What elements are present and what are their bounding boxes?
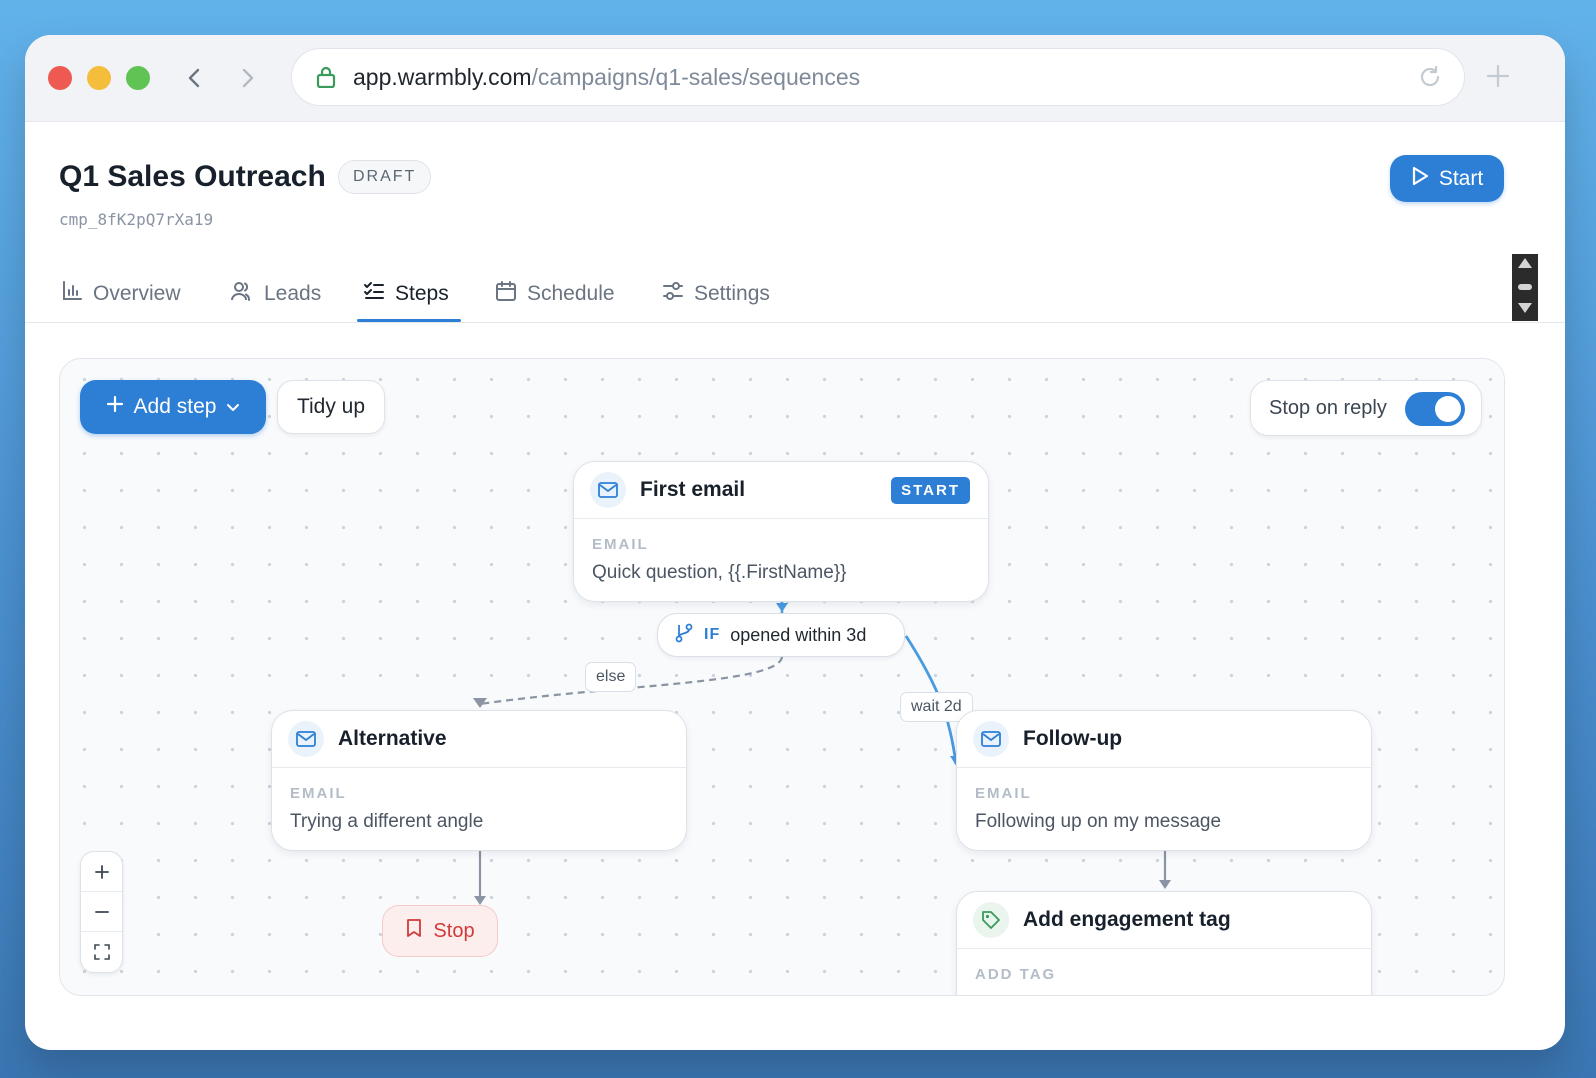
browser-chrome: app.warmbly.com/campaigns/q1-sales/seque… — [25, 35, 1565, 122]
step-alternative[interactable]: Alternative EMAIL Trying a different ang… — [271, 710, 687, 851]
lock-icon — [316, 65, 338, 89]
browser-window: app.warmbly.com/campaigns/q1-sales/seque… — [25, 35, 1565, 1050]
stop-on-reply-control: Stop on reply — [1250, 380, 1482, 436]
node-header: Add engagement tag — [957, 892, 1371, 949]
active-tab-indicator — [357, 319, 461, 322]
tab-steps[interactable]: Steps — [363, 265, 449, 323]
node-kind: EMAIL — [290, 785, 347, 802]
add-step-label: Add step — [133, 395, 217, 418]
node-kind: EMAIL — [975, 785, 1032, 802]
users-icon — [230, 280, 254, 308]
condition-text: opened within 3d — [730, 624, 867, 645]
fit-view-button[interactable] — [81, 932, 122, 972]
node-header: Alternative — [272, 711, 686, 768]
node-header: Follow-up — [957, 711, 1371, 768]
stop-icon — [405, 918, 423, 944]
stop-label: Stop — [433, 919, 475, 942]
tab-settings-label: Settings — [694, 282, 770, 305]
node-title: Alternative — [338, 727, 447, 750]
step-first-email[interactable]: First email START EMAIL Quick question, … — [573, 461, 989, 602]
play-icon — [1411, 166, 1429, 192]
url-host: app.warmbly.com — [353, 63, 532, 90]
node-kind: EMAIL — [592, 536, 649, 553]
node-title: First email — [640, 478, 746, 501]
tab-leads-label: Leads — [264, 282, 322, 305]
new-tab-icon[interactable] — [1485, 63, 1511, 94]
sliders-icon — [662, 280, 684, 308]
address-bar[interactable]: app.warmbly.com/campaigns/q1-sales/seque… — [291, 48, 1465, 106]
scroll-down-icon[interactable] — [1517, 301, 1533, 319]
stop-on-reply-toggle[interactable] — [1405, 392, 1465, 426]
stop-on-reply-label: Stop on reply — [1269, 396, 1387, 419]
zoom-controls — [80, 851, 123, 973]
plus-icon — [106, 395, 124, 419]
start-campaign-button[interactable]: Start — [1390, 155, 1504, 202]
tab-schedule-label: Schedule — [527, 282, 615, 305]
zoom-out-button[interactable] — [81, 892, 122, 932]
chevron-down-icon — [226, 395, 240, 419]
forward-icon[interactable] — [231, 61, 265, 95]
mail-icon — [288, 721, 324, 757]
tab-schedule[interactable]: Schedule — [495, 265, 615, 323]
bar-chart-icon — [61, 280, 83, 308]
tab-leads[interactable]: Leads — [230, 265, 321, 323]
maximize-window-button[interactable] — [126, 66, 150, 90]
tidy-up-button[interactable]: Tidy up — [277, 380, 385, 434]
add-step-button[interactable]: Add step — [80, 380, 266, 434]
node-subject: Quick question, {{.FirstName}} — [592, 562, 847, 583]
node-kind: ADD TAG — [975, 966, 1057, 983]
else-edge-label: else — [585, 662, 637, 692]
tab-settings[interactable]: Settings — [662, 265, 770, 323]
zoom-in-button[interactable] — [81, 852, 122, 892]
stop-node[interactable]: Stop — [382, 905, 498, 957]
scroll-handle-icon[interactable] — [1517, 278, 1533, 296]
mail-icon — [590, 472, 626, 508]
start-button-label: Start — [1438, 166, 1484, 190]
scroll-widget[interactable] — [1512, 254, 1538, 321]
condition-node[interactable]: IF opened within 3d — [657, 613, 905, 657]
calendar-icon — [495, 280, 517, 308]
node-header: First email START — [574, 462, 988, 519]
scroll-up-icon[interactable] — [1517, 256, 1533, 274]
start-tag: START — [891, 477, 970, 504]
step-add-engagement-tag[interactable]: Add engagement tag ADD TAG — [956, 891, 1372, 995]
status-badge: DRAFT — [338, 160, 432, 194]
toggle-knob — [1435, 396, 1461, 422]
node-title: Follow-up — [1023, 727, 1123, 750]
close-window-button[interactable] — [48, 66, 72, 90]
condition-prefix: IF — [704, 626, 721, 643]
back-icon[interactable] — [177, 61, 211, 95]
page-title: Q1 Sales Outreach — [59, 160, 326, 193]
campaign-id: cmp_8fK2pQ7rXa19 — [59, 210, 214, 229]
node-subject: Trying a different angle — [290, 811, 484, 832]
list-check-icon — [363, 280, 385, 308]
branch-icon — [674, 623, 694, 648]
reload-icon[interactable] — [1418, 65, 1442, 94]
step-follow-up[interactable]: Follow-up EMAIL Following up on my messa… — [956, 710, 1372, 851]
tab-steps-label: Steps — [395, 282, 449, 305]
mail-icon — [973, 721, 1009, 757]
url-path: /campaigns/q1-sales/sequences — [531, 63, 861, 90]
node-title: Add engagement tag — [1023, 908, 1231, 931]
minimize-window-button[interactable] — [87, 66, 111, 90]
tab-overview[interactable]: Overview — [61, 265, 181, 323]
node-subject: Following up on my message — [975, 811, 1222, 832]
tab-overview-label: Overview — [93, 282, 181, 305]
tag-icon — [973, 902, 1009, 938]
tab-bar: Overview Leads Steps Schedule Settings — [25, 265, 1565, 323]
flow-canvas[interactable]: Add step Tidy up Stop on reply First ema… — [59, 358, 1505, 996]
